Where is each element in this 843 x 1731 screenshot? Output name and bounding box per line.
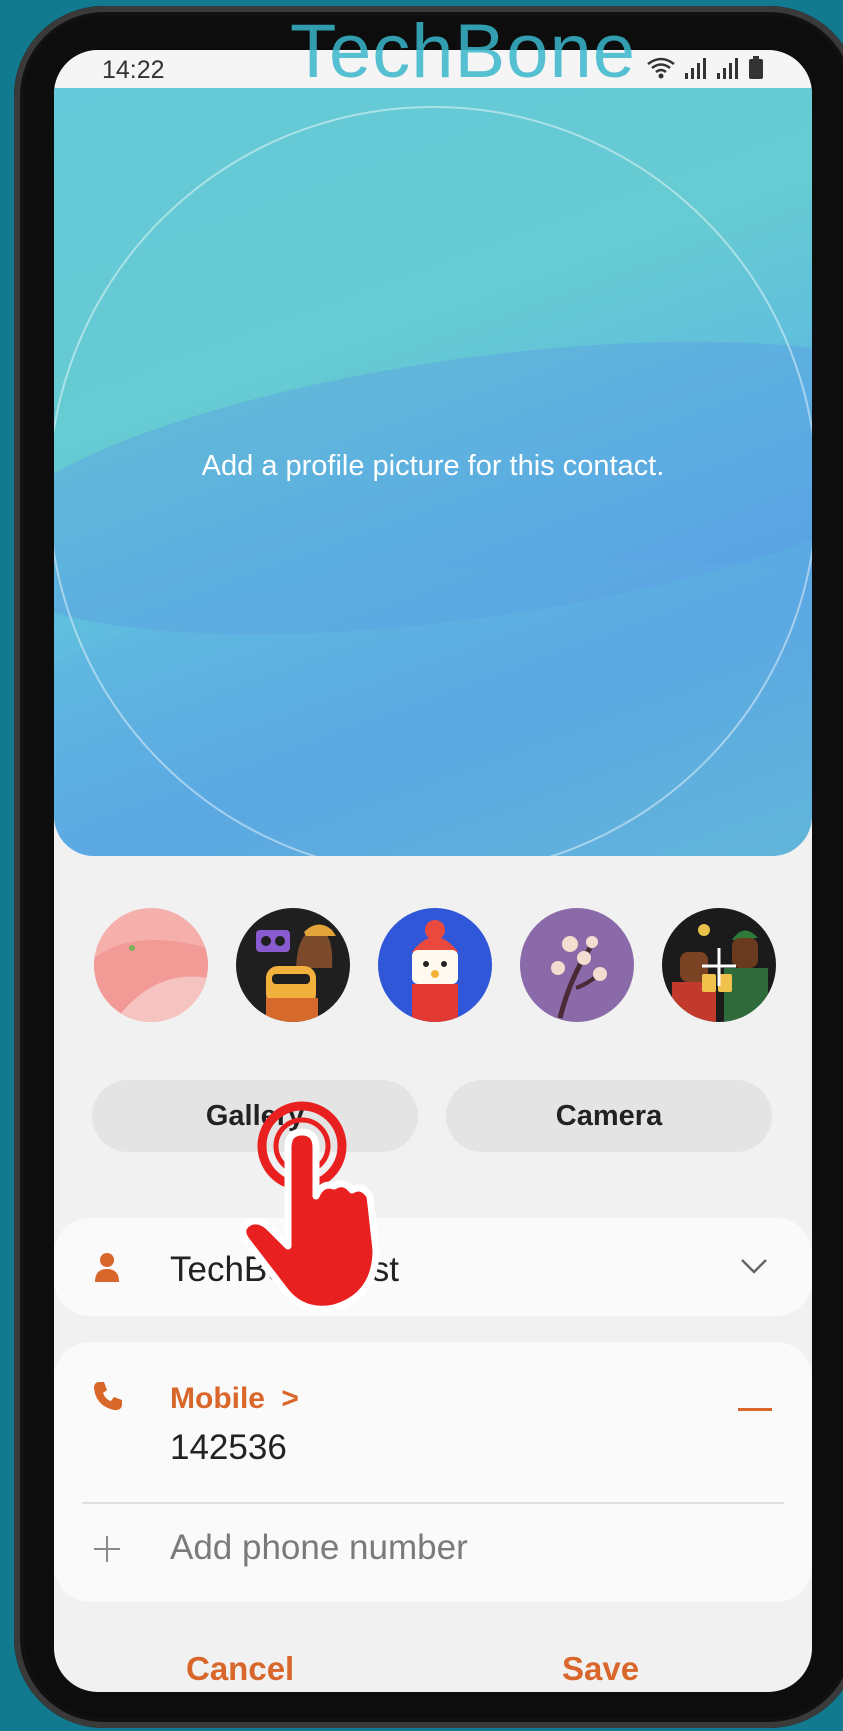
save-button[interactable]: Save xyxy=(562,1650,639,1688)
status-time: 14:22 xyxy=(102,56,165,84)
divider xyxy=(82,1502,784,1504)
signal-icon xyxy=(684,57,708,79)
person-icon xyxy=(94,1252,120,1289)
preset-avatar-5[interactable] xyxy=(662,908,776,1022)
profile-picture-area[interactable]: Add a profile picture for this contact. xyxy=(54,88,812,856)
signal-icon xyxy=(716,57,740,79)
remove-phone-button[interactable] xyxy=(738,1408,772,1411)
battery-icon xyxy=(748,56,764,80)
add-picture-prompt: Add a profile picture for this contact. xyxy=(201,450,665,482)
preset-avatar-3[interactable] xyxy=(378,908,492,1022)
name-card[interactable]: TechBone Test xyxy=(54,1218,812,1316)
screen: 14:22 Add a profile picture for this con… xyxy=(54,50,812,1692)
tap-hand-icon xyxy=(230,1100,400,1325)
chevron-down-icon[interactable] xyxy=(740,1258,768,1281)
phone-type-label: Mobile xyxy=(170,1382,265,1415)
add-phone-number-button[interactable]: Add phone number xyxy=(170,1528,468,1568)
preset-avatar-2[interactable] xyxy=(236,908,350,1022)
phone-icon xyxy=(92,1380,124,1417)
phone-number-field[interactable]: 142536 xyxy=(170,1428,287,1468)
cancel-button[interactable]: Cancel xyxy=(186,1650,294,1688)
phone-type-selector[interactable]: Mobile > xyxy=(170,1382,299,1416)
plus-icon[interactable] xyxy=(92,1534,122,1569)
preset-avatar-row xyxy=(94,908,776,1024)
watermark-logo: TechBone xyxy=(290,9,637,94)
status-icons xyxy=(646,56,764,80)
footer-actions: Cancel Save xyxy=(54,1650,812,1692)
phone-card: Mobile > 142536 Add phone number xyxy=(54,1342,812,1602)
source-button-row: Gallery Camera xyxy=(92,1080,772,1152)
preset-avatar-1[interactable] xyxy=(94,908,208,1022)
wifi-icon xyxy=(646,56,676,80)
chevron-right-icon: > xyxy=(281,1382,299,1415)
preset-avatar-4[interactable] xyxy=(520,908,634,1022)
camera-button[interactable]: Camera xyxy=(446,1080,772,1152)
